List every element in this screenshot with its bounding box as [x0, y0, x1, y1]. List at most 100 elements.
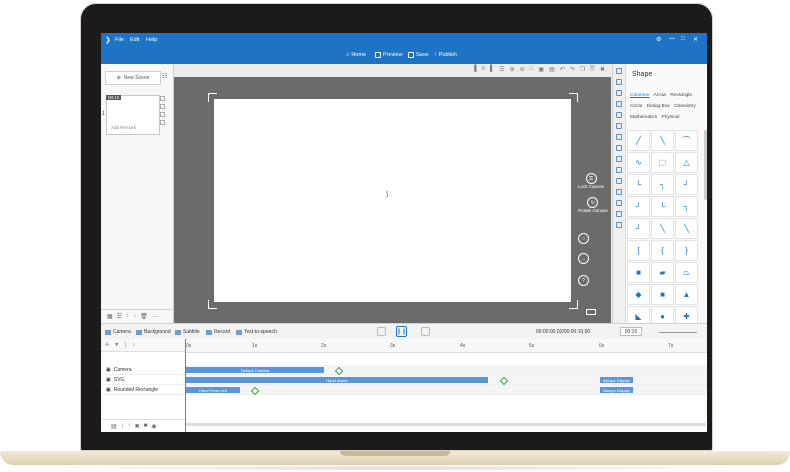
track-camera[interactable]: ▣ Camera	[101, 365, 185, 375]
text-category-icon[interactable]	[616, 90, 622, 96]
redo-icon[interactable]: ↷	[570, 66, 575, 73]
shape-scrollbar[interactable]	[704, 130, 707, 200]
formula-category-icon[interactable]	[616, 200, 622, 206]
folder-icon[interactable]: ▤	[111, 423, 117, 430]
move-down-track-icon[interactable]: ↓	[121, 423, 124, 429]
publish-button[interactable]: ↑ Publish	[434, 52, 457, 58]
shape-connector-5[interactable]: └	[651, 196, 674, 217]
tab-physical[interactable]: Physical	[662, 115, 680, 120]
aspect-control[interactable]: ↔	[578, 253, 589, 264]
close-icon[interactable]: ✕	[693, 36, 698, 43]
expand-icon[interactable]: ↕	[132, 342, 135, 348]
shape-connector-8[interactable]: ╲	[651, 218, 674, 239]
svg-always-display[interactable]: Always Display	[600, 377, 633, 383]
delete-track-icon[interactable]: ✖	[135, 423, 140, 430]
menu-help[interactable]: Help	[146, 37, 157, 43]
previous-frame-button[interactable]	[377, 327, 386, 336]
delete-icon[interactable]: ✖	[600, 66, 605, 73]
scene-settings-icon[interactable]: ☷	[162, 73, 167, 80]
shape-connector-9[interactable]: ╲	[675, 218, 698, 239]
bubble-category-icon[interactable]	[616, 178, 622, 184]
timeline-scrollbar[interactable]	[186, 423, 706, 426]
shape-rounded-rect[interactable]: ■	[651, 284, 674, 305]
shape-parallelogram[interactable]: ▰	[651, 262, 674, 283]
home-button[interactable]: ⌂ Home	[346, 52, 366, 58]
move-up-track-icon[interactable]: ↑	[128, 423, 131, 429]
next-frame-button[interactable]	[421, 327, 430, 336]
tts-button[interactable]: Text-to-speech	[236, 329, 277, 335]
shape-category-icon[interactable]	[616, 68, 622, 74]
tab-mathematics[interactable]: Mathematics	[630, 115, 657, 120]
drop-category-icon[interactable]	[616, 222, 622, 228]
group-icon[interactable]: ▣	[538, 66, 544, 73]
settings-icon[interactable]: ⚙	[656, 36, 661, 43]
shape-curve[interactable]: ∿	[627, 152, 650, 173]
shape-arc[interactable]: ⌒	[675, 130, 698, 151]
new-scene-button[interactable]: ⊕ New Scene	[105, 71, 161, 85]
tab-circle[interactable]: Circle	[630, 104, 642, 109]
align-center-icon[interactable]: ≡	[482, 66, 486, 73]
svg-category-icon[interactable]	[616, 156, 622, 162]
tab-chemistry[interactable]: Chemistry	[674, 104, 696, 109]
more-icon[interactable]: …	[152, 313, 158, 319]
tab-dialog-box[interactable]: Dialog Box	[647, 104, 670, 109]
tab-common[interactable]: Common	[630, 93, 649, 98]
add-remark-link[interactable]: Add Remark	[111, 125, 136, 130]
camera-keyframe[interactable]	[334, 366, 344, 376]
tab-rectangle[interactable]: Rectangle	[670, 93, 692, 98]
shape-diagonal-line[interactable]: ╲	[651, 130, 674, 151]
shape-connector-3[interactable]: ┘	[675, 174, 698, 195]
menu-file[interactable]: File	[115, 37, 124, 43]
svg-keyframe[interactable]	[499, 376, 509, 386]
image-category-icon[interactable]	[616, 79, 622, 85]
rotate-canvas-control[interactable]: ↻ Rotate Canvas	[578, 197, 608, 213]
shape-dashed-rect[interactable]: ⬚	[651, 152, 674, 173]
minimap-icon[interactable]	[586, 309, 596, 315]
time-ruler[interactable]: 0s 1s 2s 3s 4s 5s 6s 7s	[186, 339, 707, 353]
tab-arrow[interactable]: Arrow	[654, 93, 667, 98]
zoom-slider[interactable]	[659, 332, 697, 333]
visibility-icon[interactable]: ◉	[151, 423, 156, 430]
duration-field[interactable]: 00:10	[620, 327, 642, 336]
svg-bar[interactable]: Hand drawn	[186, 377, 488, 383]
shape-triangle[interactable]: ▲	[675, 284, 698, 305]
align-right-icon[interactable]: ▌	[490, 66, 494, 73]
distribute-icon[interactable]: ☰	[499, 66, 504, 73]
align-left-icon[interactable]: ▐	[472, 66, 476, 73]
sticker-category-icon[interactable]	[616, 112, 622, 118]
fx-category-icon[interactable]	[616, 211, 622, 217]
pause-button[interactable]: ❙❙	[396, 326, 407, 337]
background-button[interactable]: Background	[136, 329, 171, 335]
svg-track-row[interactable]: Hand drawn Always Display	[186, 375, 707, 386]
rect-always-display[interactable]: Always Display	[600, 387, 633, 393]
crop-icon[interactable]: □	[530, 66, 534, 73]
undo-icon[interactable]: ↶	[560, 66, 565, 73]
camera-track-row[interactable]: Default Camera	[186, 365, 707, 376]
effect-category-icon[interactable]	[616, 189, 622, 195]
zoom-out-icon[interactable]: ⊖	[520, 66, 525, 73]
minimize-icon[interactable]: —	[669, 36, 675, 42]
shape-bracket[interactable]: [	[627, 240, 650, 261]
shape-dashed-triangle[interactable]: △	[675, 152, 698, 173]
help-control[interactable]: ?	[578, 275, 589, 286]
camera-bar[interactable]: Default Camera	[186, 367, 324, 373]
trash-icon[interactable]: 🗑	[140, 313, 148, 320]
shape-brace-right[interactable]: }	[675, 240, 698, 261]
menu-edit[interactable]: Edit	[130, 37, 139, 43]
shape-trapezoid[interactable]: ⏢	[675, 262, 698, 283]
track-rounded-rectangle[interactable]: ▣ Rounded Rectangle	[101, 385, 185, 395]
shape-connector-4[interactable]: ┘	[627, 196, 650, 217]
zoom-in-icon[interactable]: ⊕	[510, 66, 515, 73]
character-category-icon[interactable]	[616, 167, 622, 173]
music-category-icon[interactable]	[616, 134, 622, 140]
shape-diamond[interactable]: ◆	[627, 284, 650, 305]
chart-category-icon[interactable]	[616, 101, 622, 107]
maximize-icon[interactable]: □	[681, 36, 685, 42]
duplicate-scene-icon[interactable]	[160, 104, 165, 109]
copy-scene-icon[interactable]	[160, 96, 165, 101]
scene-options-icon[interactable]	[160, 120, 165, 125]
add-track-icon[interactable]: ✛	[105, 342, 109, 348]
layer-icon[interactable]: ▤	[549, 66, 555, 73]
rect-keyframe[interactable]	[250, 386, 260, 396]
lock-canvas-control[interactable]: ⚿ Lock Canvas	[578, 173, 604, 189]
